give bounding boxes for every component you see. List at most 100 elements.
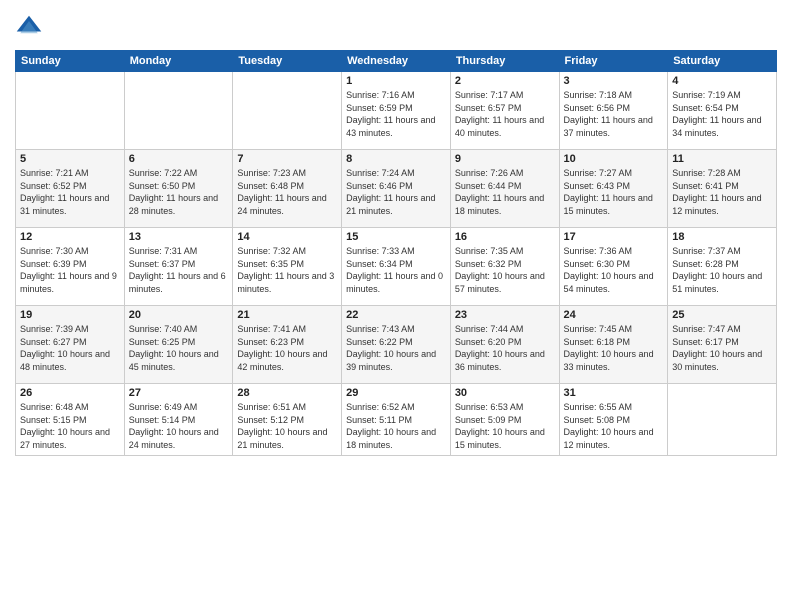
page: SundayMondayTuesdayWednesdayThursdayFrid… xyxy=(0,0,792,612)
day-cell: 22Sunrise: 7:43 AM Sunset: 6:22 PM Dayli… xyxy=(342,306,451,384)
day-info: Sunrise: 7:40 AM Sunset: 6:25 PM Dayligh… xyxy=(129,323,229,373)
day-cell: 3 Sunrise: 7:18 AM Sunset: 6:56 PM Daylig… xyxy=(559,72,668,150)
day-number: 14 xyxy=(237,231,337,243)
day-info: Sunrise: 6:48 AM Sunset: 5:15 PM Dayligh… xyxy=(20,401,120,451)
day-info: Sunrise: 7:28 AM Sunset: 6:41 PM Dayligh… xyxy=(672,167,772,217)
day-info: Sunrise: 6:49 AM Sunset: 5:14 PM Dayligh… xyxy=(129,401,229,451)
day-number: 28 xyxy=(237,387,337,399)
week-row-3: 12 Sunrise: 7:30 AM Sunset: 6:39 PM Dayli… xyxy=(16,228,777,306)
day-cell: 26 Sunrise: 6:48 AM Sunset: 5:15 PM Dayli… xyxy=(16,384,125,456)
day-cell: 31Sunrise: 6:55 AM Sunset: 5:08 PM Dayli… xyxy=(559,384,668,456)
weekday-header-friday: Friday xyxy=(559,51,668,72)
day-number: 26 xyxy=(20,387,120,399)
day-info: Sunrise: 7:27 AM Sunset: 6:43 PM Dayligh… xyxy=(564,167,664,217)
weekday-header-row: SundayMondayTuesdayWednesdayThursdayFrid… xyxy=(16,51,777,72)
day-number: 4 xyxy=(672,75,772,87)
day-info: Sunrise: 7:24 AM Sunset: 6:46 PM Dayligh… xyxy=(346,167,446,217)
day-cell: 6 Sunrise: 7:22 AM Sunset: 6:50 PM Daylig… xyxy=(124,150,233,228)
day-cell: 13Sunrise: 7:31 AM Sunset: 6:37 PM Dayli… xyxy=(124,228,233,306)
day-info: Sunrise: 7:45 AM Sunset: 6:18 PM Dayligh… xyxy=(564,323,664,373)
weekday-header-tuesday: Tuesday xyxy=(233,51,342,72)
day-info: Sunrise: 7:21 AM Sunset: 6:52 PM Dayligh… xyxy=(20,167,120,217)
day-number: 19 xyxy=(20,309,120,321)
day-cell: 28 Sunrise: 6:51 AM Sunset: 5:12 PM Dayli… xyxy=(233,384,342,456)
day-info: Sunrise: 6:51 AM Sunset: 5:12 PM Dayligh… xyxy=(237,401,337,451)
day-number: 2 xyxy=(455,75,555,87)
day-number: 10 xyxy=(564,153,664,165)
day-info: Sunrise: 7:26 AM Sunset: 6:44 PM Dayligh… xyxy=(455,167,555,217)
day-cell: 27 Sunrise: 6:49 AM Sunset: 5:14 PM Dayli… xyxy=(124,384,233,456)
day-number: 25 xyxy=(672,309,772,321)
day-cell: 15 Sunrise: 7:33 AM Sunset: 6:34 PM Dayli… xyxy=(342,228,451,306)
day-number: 23 xyxy=(455,309,555,321)
day-number: 9 xyxy=(455,153,555,165)
day-info: Sunrise: 7:39 AM Sunset: 6:27 PM Dayligh… xyxy=(20,323,120,373)
day-info: Sunrise: 7:23 AM Sunset: 6:48 PM Dayligh… xyxy=(237,167,337,217)
weekday-header-wednesday: Wednesday xyxy=(342,51,451,72)
day-info: Sunrise: 7:43 AM Sunset: 6:22 PM Dayligh… xyxy=(346,323,446,373)
day-cell: 5Sunrise: 7:21 AM Sunset: 6:52 PM Daylig… xyxy=(16,150,125,228)
day-number: 12 xyxy=(20,231,120,243)
day-number: 6 xyxy=(129,153,229,165)
day-cell: 17 Sunrise: 7:36 AM Sunset: 6:30 PM Dayli… xyxy=(559,228,668,306)
day-number: 20 xyxy=(129,309,229,321)
day-number: 30 xyxy=(455,387,555,399)
day-number: 27 xyxy=(129,387,229,399)
day-number: 21 xyxy=(237,309,337,321)
day-info: Sunrise: 7:33 AM Sunset: 6:34 PM Dayligh… xyxy=(346,245,446,295)
day-info: Sunrise: 7:47 AM Sunset: 6:17 PM Dayligh… xyxy=(672,323,772,373)
day-info: Sunrise: 7:16 AM Sunset: 6:59 PM Dayligh… xyxy=(346,89,446,139)
day-cell: 14 Sunrise: 7:32 AM Sunset: 6:35 PM Dayli… xyxy=(233,228,342,306)
day-number: 24 xyxy=(564,309,664,321)
day-number: 7 xyxy=(237,153,337,165)
day-cell xyxy=(124,72,233,150)
day-number: 31 xyxy=(564,387,664,399)
calendar: SundayMondayTuesdayWednesdayThursdayFrid… xyxy=(15,50,777,456)
day-info: Sunrise: 6:53 AM Sunset: 5:09 PM Dayligh… xyxy=(455,401,555,451)
day-cell xyxy=(16,72,125,150)
day-cell: 1Sunrise: 7:16 AM Sunset: 6:59 PM Daylig… xyxy=(342,72,451,150)
day-number: 18 xyxy=(672,231,772,243)
logo xyxy=(15,14,47,42)
week-row-2: 5Sunrise: 7:21 AM Sunset: 6:52 PM Daylig… xyxy=(16,150,777,228)
day-info: Sunrise: 7:32 AM Sunset: 6:35 PM Dayligh… xyxy=(237,245,337,295)
week-row-4: 19 Sunrise: 7:39 AM Sunset: 6:27 PM Dayli… xyxy=(16,306,777,384)
day-info: Sunrise: 7:35 AM Sunset: 6:32 PM Dayligh… xyxy=(455,245,555,295)
day-number: 17 xyxy=(564,231,664,243)
day-number: 11 xyxy=(672,153,772,165)
day-info: Sunrise: 7:22 AM Sunset: 6:50 PM Dayligh… xyxy=(129,167,229,217)
day-cell: 9 Sunrise: 7:26 AM Sunset: 6:44 PM Daylig… xyxy=(450,150,559,228)
week-row-1: 1Sunrise: 7:16 AM Sunset: 6:59 PM Daylig… xyxy=(16,72,777,150)
week-row-5: 26 Sunrise: 6:48 AM Sunset: 5:15 PM Dayli… xyxy=(16,384,777,456)
day-number: 8 xyxy=(346,153,446,165)
weekday-header-thursday: Thursday xyxy=(450,51,559,72)
day-info: Sunrise: 7:41 AM Sunset: 6:23 PM Dayligh… xyxy=(237,323,337,373)
day-info: Sunrise: 6:52 AM Sunset: 5:11 PM Dayligh… xyxy=(346,401,446,451)
weekday-header-monday: Monday xyxy=(124,51,233,72)
day-cell xyxy=(233,72,342,150)
day-cell: 19 Sunrise: 7:39 AM Sunset: 6:27 PM Dayli… xyxy=(16,306,125,384)
day-number: 3 xyxy=(564,75,664,87)
weekday-header-saturday: Saturday xyxy=(668,51,777,72)
day-cell: 18 Sunrise: 7:37 AM Sunset: 6:28 PM Dayli… xyxy=(668,228,777,306)
day-info: Sunrise: 7:37 AM Sunset: 6:28 PM Dayligh… xyxy=(672,245,772,295)
day-number: 15 xyxy=(346,231,446,243)
day-info: Sunrise: 7:30 AM Sunset: 6:39 PM Dayligh… xyxy=(20,245,120,295)
day-cell: 4 Sunrise: 7:19 AM Sunset: 6:54 PM Daylig… xyxy=(668,72,777,150)
day-cell: 21 Sunrise: 7:41 AM Sunset: 6:23 PM Dayli… xyxy=(233,306,342,384)
day-info: Sunrise: 7:17 AM Sunset: 6:57 PM Dayligh… xyxy=(455,89,555,139)
day-cell: 10 Sunrise: 7:27 AM Sunset: 6:43 PM Dayli… xyxy=(559,150,668,228)
day-cell: 12 Sunrise: 7:30 AM Sunset: 6:39 PM Dayli… xyxy=(16,228,125,306)
day-info: Sunrise: 7:19 AM Sunset: 6:54 PM Dayligh… xyxy=(672,89,772,139)
day-info: Sunrise: 7:18 AM Sunset: 6:56 PM Dayligh… xyxy=(564,89,664,139)
day-info: Sunrise: 7:31 AM Sunset: 6:37 PM Dayligh… xyxy=(129,245,229,295)
day-cell: 23Sunrise: 7:44 AM Sunset: 6:20 PM Dayli… xyxy=(450,306,559,384)
day-info: Sunrise: 7:36 AM Sunset: 6:30 PM Dayligh… xyxy=(564,245,664,295)
day-cell: 8 Sunrise: 7:24 AM Sunset: 6:46 PM Daylig… xyxy=(342,150,451,228)
day-cell: 29Sunrise: 6:52 AM Sunset: 5:11 PM Dayli… xyxy=(342,384,451,456)
weekday-header-sunday: Sunday xyxy=(16,51,125,72)
day-cell: 24 Sunrise: 7:45 AM Sunset: 6:18 PM Dayli… xyxy=(559,306,668,384)
day-cell: 2 Sunrise: 7:17 AM Sunset: 6:57 PM Daylig… xyxy=(450,72,559,150)
logo-icon xyxy=(15,14,43,42)
day-cell: 11 Sunrise: 7:28 AM Sunset: 6:41 PM Dayli… xyxy=(668,150,777,228)
